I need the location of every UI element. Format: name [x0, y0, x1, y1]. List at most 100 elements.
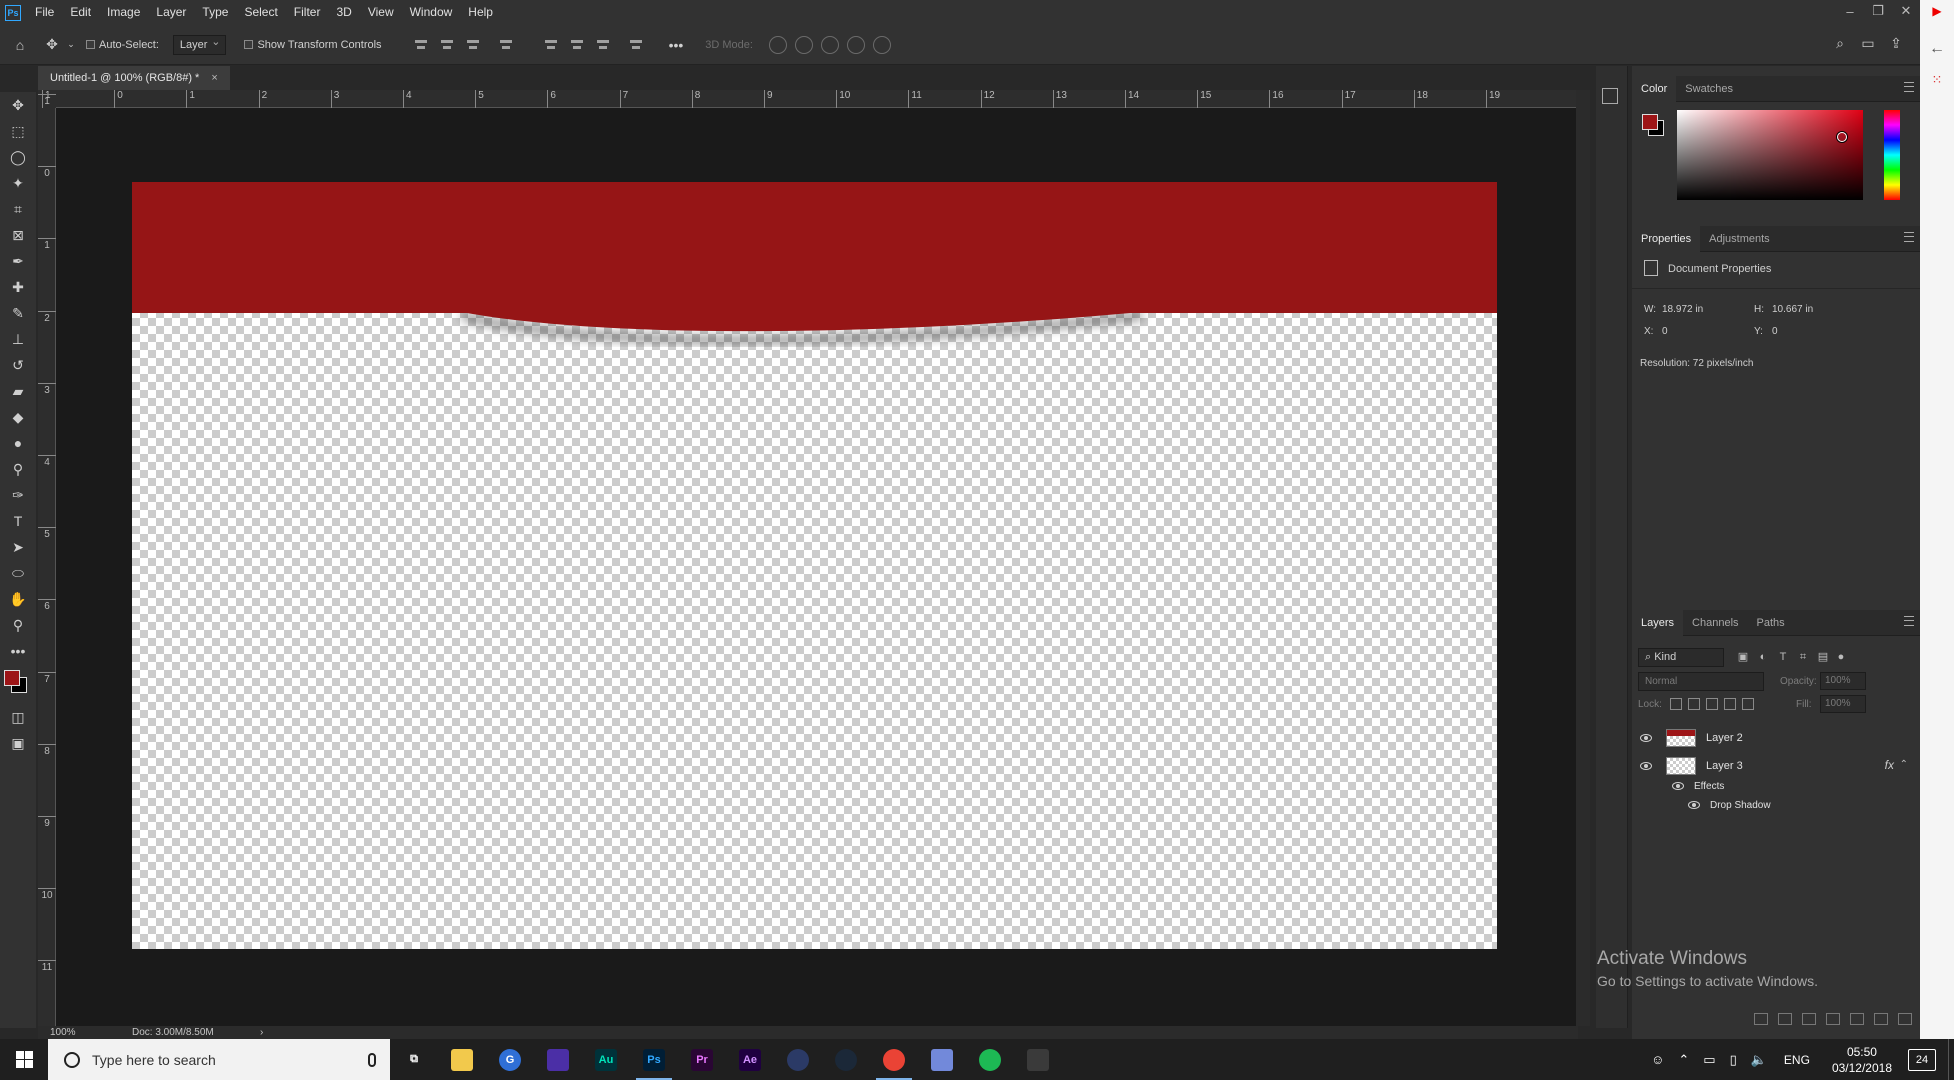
color-swatches[interactable]	[0, 664, 36, 704]
trash-icon[interactable]	[1898, 1013, 1912, 1025]
crop-tool-icon[interactable]: ⌗	[0, 196, 36, 222]
eyedropper-icon[interactable]: ✒	[0, 248, 36, 274]
menu-file[interactable]: File	[27, 0, 62, 25]
path-select-icon[interactable]: ➤	[0, 534, 36, 560]
more-options-icon[interactable]: •••	[669, 37, 684, 53]
document-canvas[interactable]	[132, 182, 1497, 949]
distribute-horizontal-icon[interactable]	[628, 38, 644, 52]
ellipse-tool-icon[interactable]: ⬭	[0, 560, 36, 586]
lasso-tool-icon[interactable]: ◯	[0, 144, 36, 170]
show-transform-box[interactable]	[244, 40, 254, 49]
horizontal-ruler[interactable]: 1 0 1 2 3 4 5 6 7 8 9 10 11 12 13 14 15 16 17 18 19	[42, 90, 1576, 108]
magic-wand-icon[interactable]: ✦	[0, 170, 36, 196]
link-layers-icon[interactable]	[1754, 1013, 1768, 1025]
language-indicator[interactable]: ENG	[1784, 1053, 1810, 1067]
menu-window[interactable]: Window	[402, 0, 461, 25]
tab-paths[interactable]: Paths	[1748, 610, 1794, 636]
apps-grid-icon[interactable]: ⁙	[1920, 72, 1954, 88]
zoom-tool-icon[interactable]: ⚲	[0, 612, 36, 638]
taskbar-app-spotify[interactable]	[966, 1039, 1014, 1080]
taskbar-app-photoshop[interactable]: Ps	[630, 1039, 678, 1080]
menu-3d[interactable]: 3D	[328, 0, 359, 25]
drop-shadow-row[interactable]: Drop Shadow	[1632, 794, 1920, 816]
history-panel-icon[interactable]	[1602, 88, 1618, 104]
auto-select-checkbox[interactable]: Auto-Select:	[86, 39, 159, 51]
document-tab[interactable]: Untitled-1 @ 100% (RGB/8#) * ×	[38, 66, 230, 90]
workspace-icon[interactable]: ▭	[1854, 35, 1882, 52]
vertical-ruler[interactable]: 1 0 1 2 3 4 5 6 7 8 9 10 11	[38, 94, 56, 1026]
align-top-icon[interactable]	[413, 38, 429, 52]
foreground-color-swatch[interactable]	[4, 670, 20, 686]
adjustment-layer-icon[interactable]	[1826, 1013, 1840, 1025]
tab-layers[interactable]: Layers	[1632, 609, 1684, 636]
layer-name[interactable]: Layer 2	[1706, 732, 1743, 744]
lock-position-icon[interactable]	[1706, 698, 1718, 710]
close-button[interactable]: ✕	[1892, 0, 1920, 22]
menu-type[interactable]: Type	[194, 0, 236, 25]
quick-mask-icon[interactable]: ◫	[0, 704, 36, 730]
eye-icon[interactable]	[1688, 801, 1700, 809]
share-icon[interactable]: ⇪	[1882, 35, 1910, 52]
back-arrow-icon[interactable]: ←	[1920, 40, 1954, 58]
filter-pixel-icon[interactable]: ▣	[1736, 650, 1750, 664]
3d-slide-icon[interactable]	[846, 35, 865, 54]
frame-tool-icon[interactable]: ⊠	[0, 222, 36, 248]
zoom-level[interactable]: 100%	[50, 1026, 76, 1039]
taskbar-app-steam[interactable]	[822, 1039, 870, 1080]
y-value[interactable]: 0	[1772, 326, 1778, 337]
microphone-icon[interactable]	[368, 1052, 376, 1067]
panel-menu-icon[interactable]	[1904, 232, 1914, 242]
blur-tool-icon[interactable]: ●	[0, 430, 36, 456]
eye-icon[interactable]	[1672, 782, 1684, 790]
more-tools-icon[interactable]: •••	[0, 638, 36, 664]
3d-pan-icon[interactable]	[820, 35, 839, 54]
filter-toggle-icon[interactable]: ●	[1834, 650, 1848, 664]
search-icon[interactable]: ⌕	[1826, 35, 1854, 52]
menu-layer[interactable]: Layer	[148, 0, 194, 25]
lock-all-icon[interactable]	[1742, 698, 1754, 710]
add-mask-icon[interactable]	[1802, 1013, 1816, 1025]
filter-type-icon[interactable]: T	[1776, 650, 1790, 664]
taskbar-app-after-effects[interactable]: Ae	[726, 1039, 774, 1080]
tab-properties[interactable]: Properties	[1632, 225, 1701, 252]
layer-name[interactable]: Layer 3	[1706, 760, 1743, 772]
vertical-scrollbar[interactable]	[1576, 90, 1590, 1026]
layer-row-layer-2[interactable]: Layer 2	[1632, 727, 1920, 749]
close-icon[interactable]: ×	[211, 66, 217, 90]
3d-scale-icon[interactable]	[872, 35, 891, 54]
lock-artboard-icon[interactable]	[1724, 698, 1736, 710]
distribute-icon[interactable]	[498, 38, 514, 52]
status-menu-chevron-icon[interactable]: ›	[260, 1026, 263, 1039]
taskbar-clock[interactable]: 05:50 03/12/2018	[1832, 1044, 1892, 1076]
move-tool-icon[interactable]: ✥	[0, 92, 36, 118]
battery-icon[interactable]: ▯	[1730, 1052, 1737, 1068]
people-icon[interactable]: ☺	[1651, 1052, 1664, 1067]
new-layer-icon[interactable]	[1874, 1013, 1888, 1025]
restore-button[interactable]: ❐	[1864, 0, 1892, 22]
type-tool-icon[interactable]: T	[0, 508, 36, 534]
history-brush-icon[interactable]: ↺	[0, 352, 36, 378]
filter-smart-icon[interactable]: ▤	[1816, 650, 1830, 664]
saturation-field[interactable]	[1677, 110, 1863, 200]
width-value[interactable]: 18.972 in	[1662, 304, 1703, 315]
brush-tool-icon[interactable]: ✎	[0, 300, 36, 326]
lock-pixels-icon[interactable]	[1688, 698, 1700, 710]
screen-mode-icon[interactable]: ▣	[0, 730, 36, 756]
filter-adjustment-icon[interactable]: ◐	[1756, 650, 1770, 664]
search-placeholder[interactable]: Type here to search	[92, 1052, 368, 1068]
picker-foreground-swatch[interactable]	[1642, 114, 1658, 130]
menu-image[interactable]: Image	[99, 0, 148, 25]
taskbar-app-discord[interactable]	[918, 1039, 966, 1080]
show-transform-checkbox[interactable]: Show Transform Controls	[244, 39, 382, 51]
tab-channels[interactable]: Channels	[1683, 610, 1747, 636]
healing-brush-icon[interactable]: ✚	[0, 274, 36, 300]
menu-filter[interactable]: Filter	[286, 0, 329, 25]
volume-icon[interactable]: 🔈	[1751, 1052, 1767, 1068]
network-icon[interactable]: ▭	[1703, 1052, 1715, 1068]
tab-color[interactable]: Color	[1632, 75, 1677, 102]
taskbar-app-app-g[interactable]: G	[486, 1039, 534, 1080]
align-right-icon[interactable]	[595, 38, 611, 52]
action-center-icon[interactable]: 24	[1908, 1048, 1936, 1071]
collapse-effects-icon[interactable]: ⌃	[1900, 759, 1908, 770]
menu-view[interactable]: View	[360, 0, 402, 25]
